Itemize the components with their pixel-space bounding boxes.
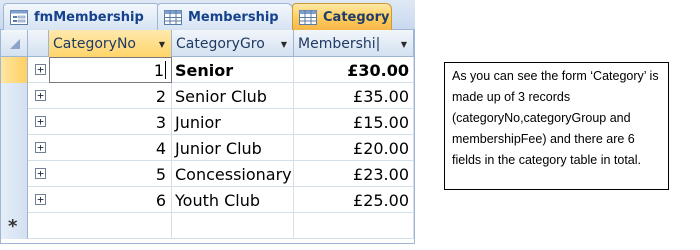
table-row[interactable]: + 2 Senior Club £35.00: [1, 83, 414, 109]
expand-subdatasheet-icon[interactable]: +: [35, 194, 46, 205]
membership-fee-cell[interactable]: £23.00: [294, 161, 414, 187]
expand-subdatasheet-icon[interactable]: +: [35, 64, 46, 75]
category-no-cell[interactable]: 5: [49, 161, 172, 187]
expand-column-header: [28, 30, 49, 57]
tab-fmmembership[interactable]: fmMembership: [3, 3, 161, 30]
membership-fee-cell[interactable]: £20.00: [294, 135, 414, 161]
tab-label: Category: [323, 9, 390, 25]
category-group-cell[interactable]: Junior Club: [172, 135, 294, 161]
record-selector[interactable]: [1, 83, 28, 109]
record-selector[interactable]: [1, 109, 28, 135]
category-group-cell[interactable]: Concessionary: [172, 161, 294, 187]
column-header-categorygroup[interactable]: CategoryGro ▼: [172, 30, 294, 57]
column-header-label: Membershi|: [298, 35, 381, 52]
membership-fee-cell[interactable]: £25.00: [294, 187, 414, 213]
document-tab-strip: fmMembership Membership Category: [0, 0, 415, 30]
category-no-cell[interactable]: 1: [49, 57, 172, 83]
select-all-button[interactable]: [1, 30, 28, 57]
tab-category[interactable]: Category: [292, 3, 392, 30]
tab-label: fmMembership: [34, 9, 144, 25]
text-cursor: [165, 61, 166, 79]
form-icon: [10, 9, 28, 25]
category-no-cell[interactable]: 3: [49, 109, 172, 135]
column-header-label: CategoryGro: [176, 35, 265, 52]
category-group-cell[interactable]: Junior: [172, 109, 294, 135]
column-header-membershipfee[interactable]: Membershi| ▼: [294, 30, 414, 57]
table-icon: [299, 9, 317, 25]
expand-subdatasheet-icon[interactable]: +: [35, 90, 46, 101]
record-selector[interactable]: [1, 161, 28, 187]
expand-subdatasheet-icon[interactable]: +: [35, 142, 46, 153]
membership-fee-cell[interactable]: £35.00: [294, 83, 414, 109]
tab-label: Membership: [188, 9, 279, 25]
record-selector[interactable]: [1, 135, 28, 161]
tab-membership[interactable]: Membership: [157, 3, 293, 30]
explanation-note: As you can see the form ‘Category’ is ma…: [444, 62, 669, 190]
category-no-cell[interactable]: 2: [49, 83, 172, 109]
new-record-selector[interactable]: *: [1, 213, 28, 239]
column-header-row: CategoryNo ▼ CategoryGro ▼ Membershi| ▼: [1, 30, 414, 57]
membership-fee-cell[interactable]: £30.00: [294, 57, 414, 83]
record-selector[interactable]: [1, 57, 28, 83]
category-datasheet: CategoryNo ▼ CategoryGro ▼ Membershi| ▼ …: [0, 30, 415, 244]
sort-filter-dropdown-icon[interactable]: ▼: [401, 40, 407, 49]
record-selector[interactable]: [1, 187, 28, 213]
expand-subdatasheet-icon[interactable]: +: [35, 168, 46, 179]
table-row[interactable]: + 1 Senior £30.00: [1, 57, 414, 83]
table-icon: [164, 9, 182, 25]
new-record-icon: *: [8, 216, 18, 237]
new-record-row[interactable]: *: [1, 213, 414, 239]
category-group-cell[interactable]: [172, 213, 294, 239]
sort-filter-dropdown-icon[interactable]: ▼: [159, 40, 165, 49]
category-no-cell[interactable]: 6: [49, 187, 172, 213]
table-row[interactable]: + 4 Junior Club £20.00: [1, 135, 414, 161]
membership-fee-cell[interactable]: [294, 213, 414, 239]
table-row[interactable]: + 6 Youth Club £25.00: [1, 187, 414, 213]
table-row[interactable]: + 5 Concessionary £23.00: [1, 161, 414, 187]
expand-subdatasheet-icon[interactable]: +: [35, 116, 46, 127]
category-group-cell[interactable]: Senior: [172, 57, 294, 83]
column-header-label: CategoryNo: [53, 35, 136, 52]
category-no-cell[interactable]: [49, 213, 172, 239]
sort-filter-dropdown-icon[interactable]: ▼: [281, 40, 287, 49]
column-header-categoryno[interactable]: CategoryNo ▼: [49, 30, 172, 57]
table-row[interactable]: + 3 Junior £15.00: [1, 109, 414, 135]
category-group-cell[interactable]: Youth Club: [172, 187, 294, 213]
membership-fee-cell[interactable]: £15.00: [294, 109, 414, 135]
category-no-cell[interactable]: 4: [49, 135, 172, 161]
category-group-cell[interactable]: Senior Club: [172, 83, 294, 109]
select-all-icon: [10, 39, 20, 49]
